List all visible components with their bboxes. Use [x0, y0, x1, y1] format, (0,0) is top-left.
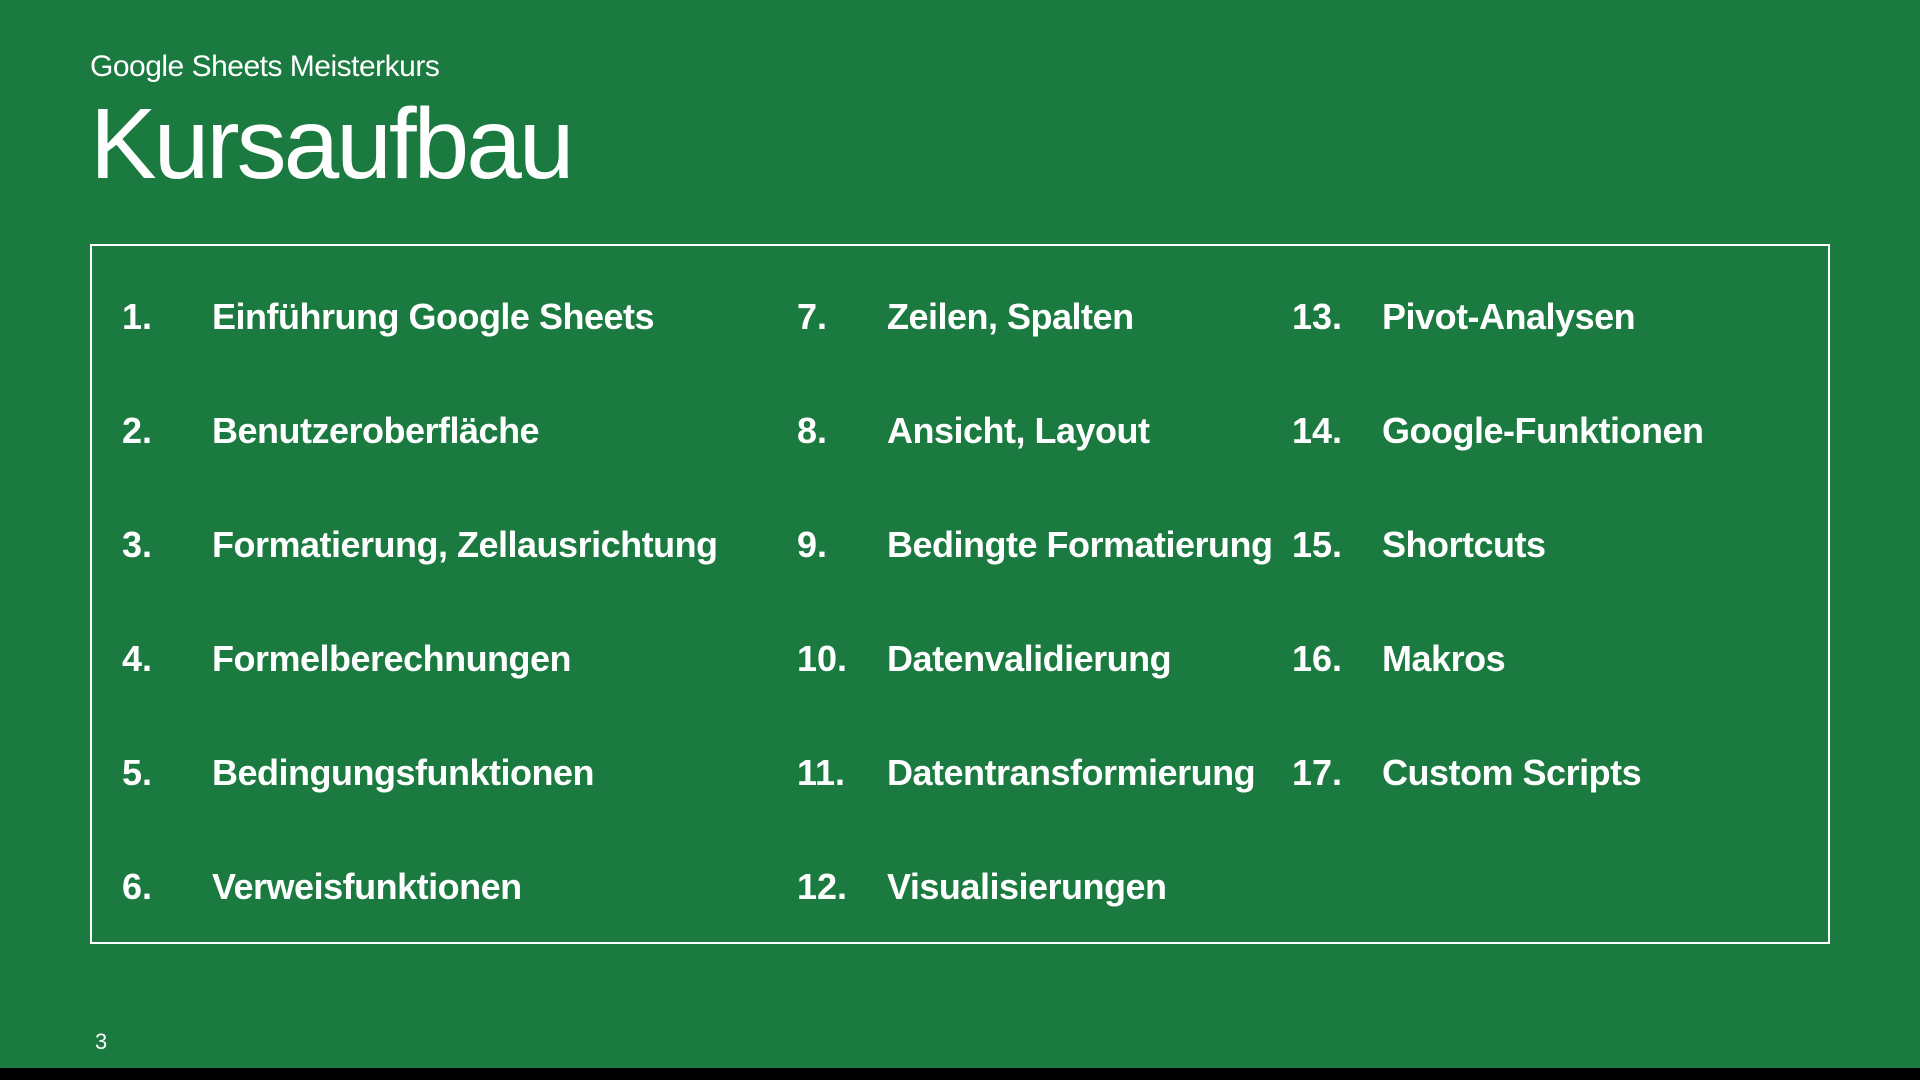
item-label: Shortcuts — [1382, 524, 1546, 566]
item-number: 4. — [122, 638, 172, 680]
item-number: 16. — [1292, 638, 1342, 680]
course-structure-box: 1. Einführung Google Sheets 2. Benutzero… — [90, 244, 1830, 944]
item-label: Formelberechnungen — [212, 638, 571, 680]
slide-subtitle: Google Sheets Meisterkurs — [90, 50, 1830, 84]
item-label: Zeilen, Spalten — [887, 296, 1134, 338]
list-item: 5. Bedingungsfunktionen — [122, 752, 782, 794]
list-item: 17. Custom Scripts — [1292, 752, 1808, 794]
list-item: 2. Benutzeroberfläche — [122, 410, 782, 452]
item-label: Bedingungsfunktionen — [212, 752, 594, 794]
column-3: 13. Pivot-Analysen 14. Google-Funktionen… — [1292, 276, 1808, 912]
list-item: 9. Bedingte Formatierung — [797, 524, 1277, 566]
list-item: 10. Datenvalidierung — [797, 638, 1277, 680]
column-1: 1. Einführung Google Sheets 2. Benutzero… — [122, 276, 782, 912]
bottom-black-bar — [0, 1068, 1920, 1080]
item-number: 15. — [1292, 524, 1342, 566]
item-number: 6. — [122, 866, 172, 908]
list-item: 8. Ansicht, Layout — [797, 410, 1277, 452]
item-number: 12. — [797, 866, 847, 908]
item-number: 17. — [1292, 752, 1342, 794]
item-number: 13. — [1292, 296, 1342, 338]
list-item: 4. Formelberechnungen — [122, 638, 782, 680]
item-label: Formatierung, Zellausrichtung — [212, 524, 718, 566]
list-item: 13. Pivot-Analysen — [1292, 296, 1808, 338]
list-item: 11. Datentransformierung — [797, 752, 1277, 794]
slide-title: Kursaufbau — [90, 94, 1830, 194]
item-number: 3. — [122, 524, 172, 566]
item-label: Custom Scripts — [1382, 752, 1641, 794]
item-label: Bedingte Formatierung — [887, 524, 1273, 566]
page-number: 3 — [95, 1029, 107, 1055]
item-number: 14. — [1292, 410, 1342, 452]
item-label: Einführung Google Sheets — [212, 296, 654, 338]
item-number: 10. — [797, 638, 847, 680]
item-number: 5. — [122, 752, 172, 794]
item-label: Visualisierungen — [887, 866, 1166, 908]
item-label: Datentransformierung — [887, 752, 1255, 794]
list-item: 15. Shortcuts — [1292, 524, 1808, 566]
item-number: 1. — [122, 296, 172, 338]
item-number: 2. — [122, 410, 172, 452]
list-item: 6. Verweisfunktionen — [122, 866, 782, 908]
item-label: Makros — [1382, 638, 1505, 680]
item-label: Ansicht, Layout — [887, 410, 1150, 452]
list-item: 3. Formatierung, Zellausrichtung — [122, 524, 782, 566]
item-label: Google-Funktionen — [1382, 410, 1703, 452]
list-item: 1. Einführung Google Sheets — [122, 296, 782, 338]
list-item: 16. Makros — [1292, 638, 1808, 680]
list-item: 12. Visualisierungen — [797, 866, 1277, 908]
item-number: 9. — [797, 524, 847, 566]
item-number: 8. — [797, 410, 847, 452]
item-label: Datenvalidierung — [887, 638, 1171, 680]
item-number: 11. — [797, 752, 847, 794]
item-label: Benutzeroberfläche — [212, 410, 539, 452]
item-label: Pivot-Analysen — [1382, 296, 1635, 338]
item-label: Verweisfunktionen — [212, 866, 522, 908]
item-number: 7. — [797, 296, 847, 338]
list-item: 14. Google-Funktionen — [1292, 410, 1808, 452]
slide-container: Google Sheets Meisterkurs Kursaufbau 1. … — [0, 0, 1920, 1080]
column-2: 7. Zeilen, Spalten 8. Ansicht, Layout 9.… — [797, 276, 1277, 912]
list-item: 7. Zeilen, Spalten — [797, 296, 1277, 338]
